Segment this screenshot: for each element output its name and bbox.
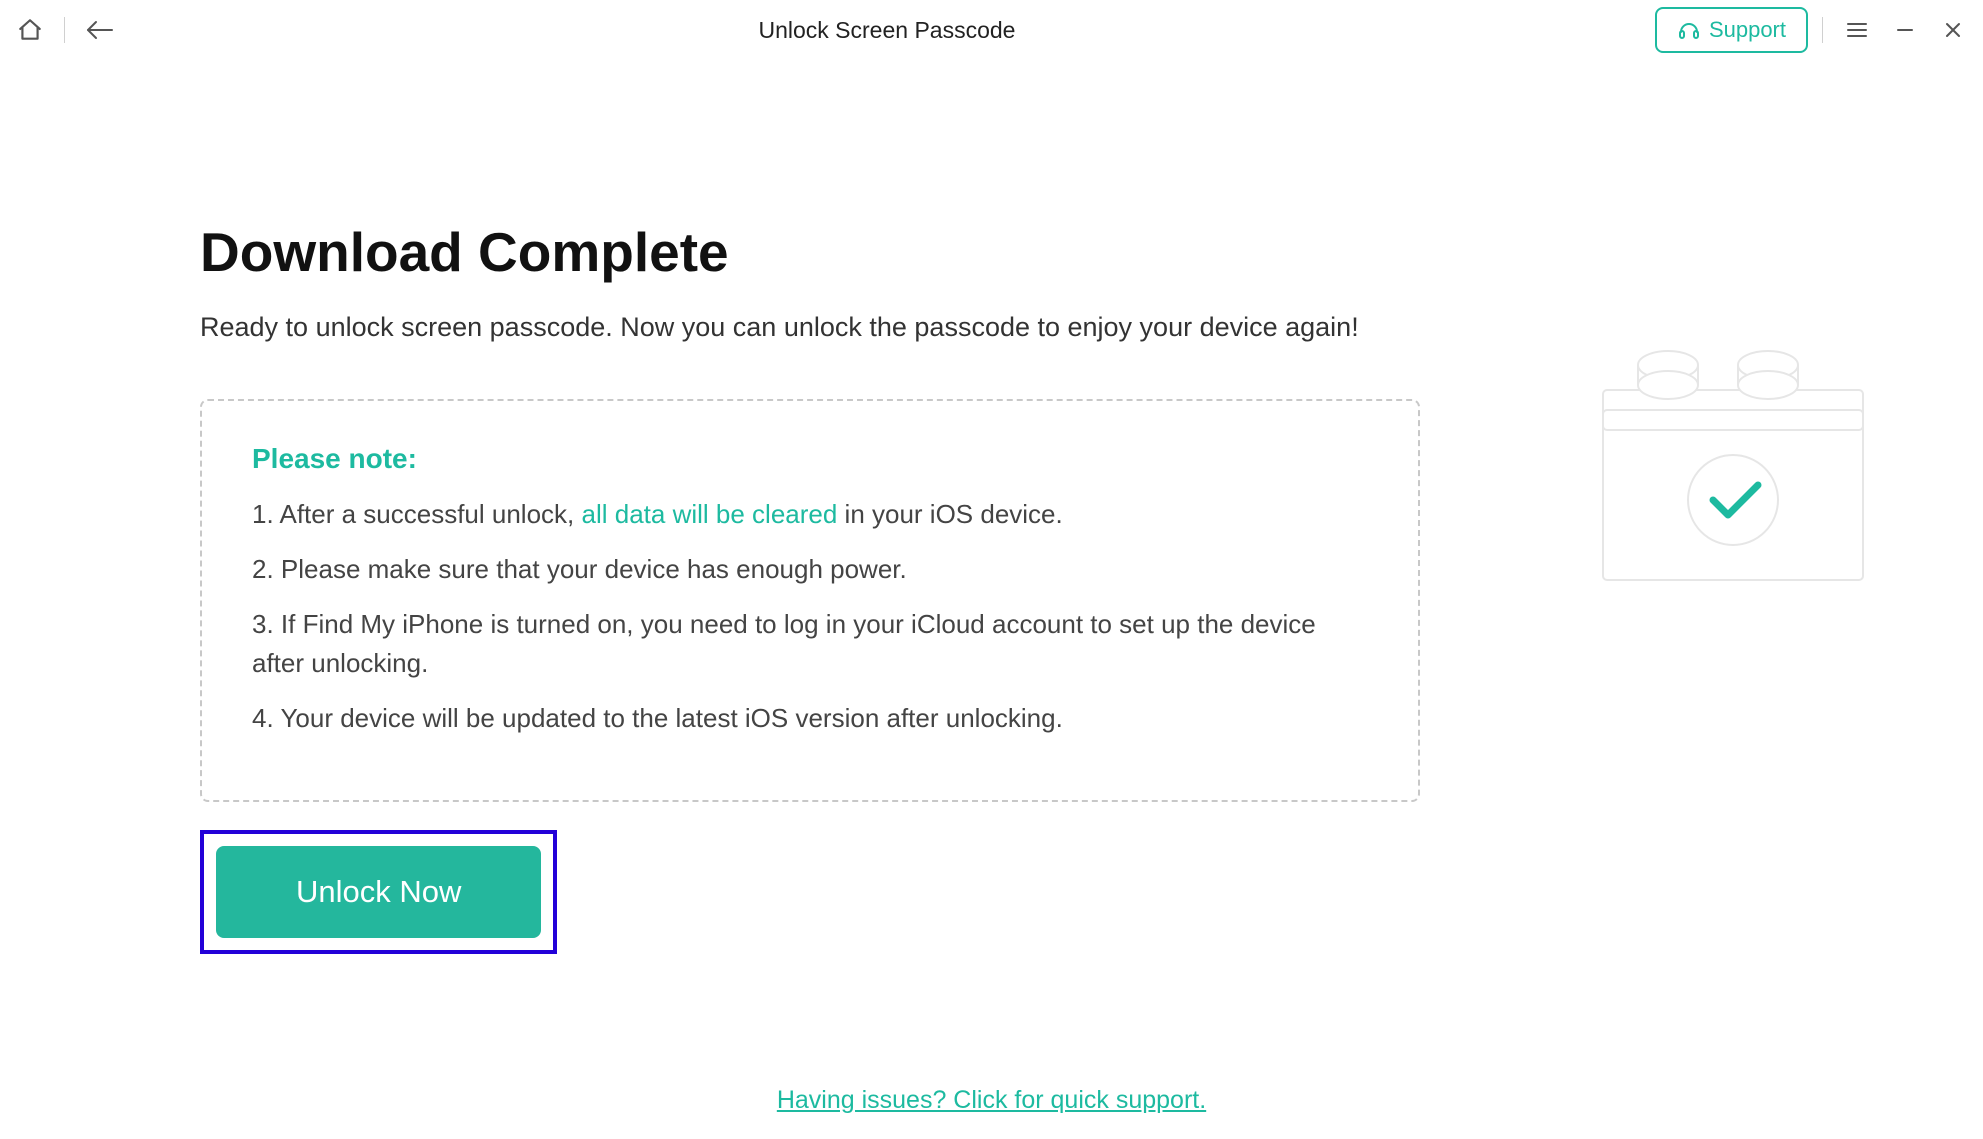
illustration-box-check bbox=[1573, 310, 1893, 610]
minimize-icon bbox=[1895, 20, 1915, 40]
note-item-1-highlight: all data will be cleared bbox=[582, 499, 838, 529]
minimize-button[interactable] bbox=[1885, 10, 1925, 50]
note-box: Please note: 1. After a successful unloc… bbox=[200, 399, 1420, 802]
back-button[interactable] bbox=[79, 10, 119, 50]
note-title: Please note: bbox=[252, 443, 1368, 475]
note-item-2: 2. Please make sure that your device has… bbox=[252, 550, 1368, 589]
home-button[interactable] bbox=[10, 10, 50, 50]
note-item-3: 3. If Find My iPhone is turned on, you n… bbox=[252, 605, 1368, 683]
arrow-left-icon bbox=[84, 19, 114, 41]
page-subheading: Ready to unlock screen passcode. Now you… bbox=[200, 312, 1420, 343]
footer-support-link[interactable]: Having issues? Click for quick support. bbox=[777, 1086, 1206, 1115]
unlock-now-button[interactable]: Unlock Now bbox=[216, 846, 541, 938]
divider bbox=[64, 17, 65, 43]
package-check-icon bbox=[1573, 310, 1893, 610]
note-item-1-prefix: 1. After a successful unlock, bbox=[252, 499, 582, 529]
hamburger-icon bbox=[1845, 18, 1869, 42]
content-area: Download Complete Ready to unlock screen… bbox=[0, 60, 1983, 954]
titlebar-right: Support bbox=[1655, 7, 1973, 53]
home-icon bbox=[17, 17, 43, 43]
support-button-label: Support bbox=[1709, 17, 1786, 43]
headset-icon bbox=[1677, 18, 1701, 42]
support-button[interactable]: Support bbox=[1655, 7, 1808, 53]
titlebar: Unlock Screen Passcode Support bbox=[0, 0, 1983, 60]
divider bbox=[1822, 17, 1823, 43]
page-heading: Download Complete bbox=[200, 220, 1420, 284]
note-item-1: 1. After a successful unlock, all data w… bbox=[252, 495, 1368, 534]
close-button[interactable] bbox=[1933, 10, 1973, 50]
note-item-1-suffix: in your iOS device. bbox=[837, 499, 1062, 529]
note-item-4: 4. Your device will be updated to the la… bbox=[252, 699, 1368, 738]
close-icon bbox=[1943, 20, 1963, 40]
main-column: Download Complete Ready to unlock screen… bbox=[200, 220, 1420, 954]
window-title: Unlock Screen Passcode bbox=[119, 17, 1655, 44]
titlebar-left bbox=[10, 10, 119, 50]
menu-button[interactable] bbox=[1837, 10, 1877, 50]
unlock-highlight-frame: Unlock Now bbox=[200, 830, 557, 954]
